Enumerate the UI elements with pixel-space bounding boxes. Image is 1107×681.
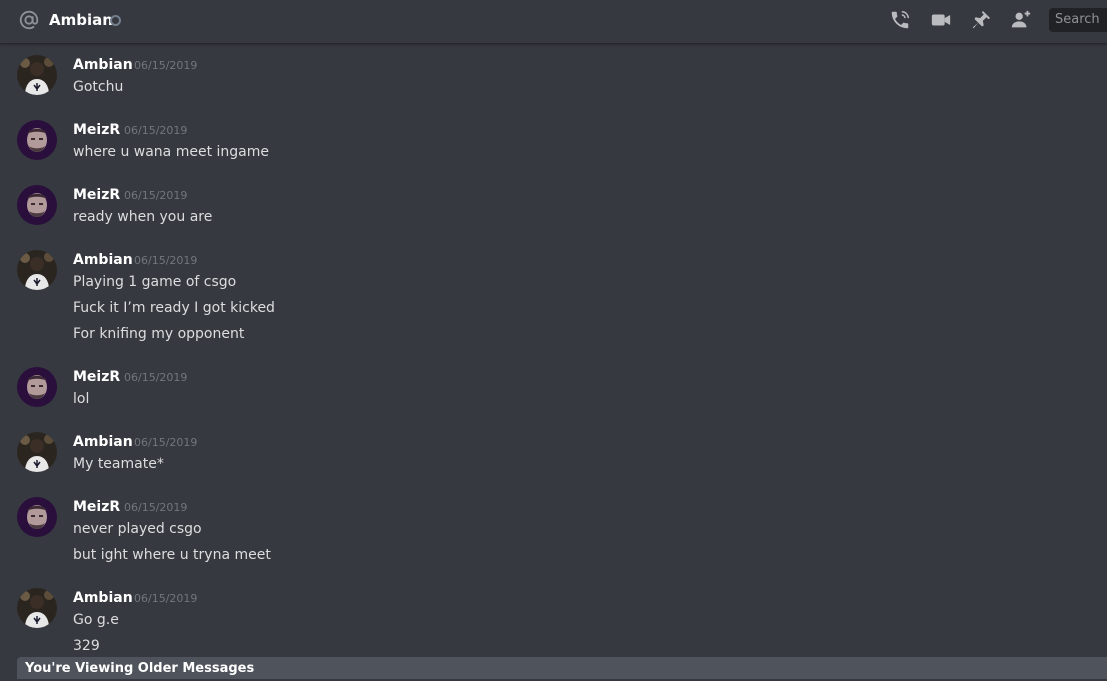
message-timestamp: 06/15/2019 [124, 124, 188, 137]
avatar[interactable] [17, 250, 57, 290]
message-author[interactable]: Ambian [73, 588, 133, 608]
add-friend-icon[interactable] [1010, 9, 1032, 31]
message-group: MeizR 06/15/2019 where u wana meet ingame [0, 120, 1107, 168]
message-group: Ambian 06/15/2019 My teamate* [0, 432, 1107, 480]
message-group: Ambian 06/15/2019 Gotchu [0, 55, 1107, 103]
message-text: never played csgo [73, 521, 202, 537]
older-messages-bar[interactable]: You're Viewing Older Messages [17, 657, 1107, 679]
call-icon[interactable] [889, 9, 911, 31]
video-icon[interactable] [930, 9, 952, 31]
message-timestamp: 06/15/2019 [134, 592, 198, 605]
at-icon [19, 10, 39, 30]
message-timestamp: 06/15/2019 [134, 254, 198, 267]
avatar[interactable] [17, 55, 57, 95]
message-author[interactable]: Ambian [73, 55, 133, 75]
message-timestamp: 06/15/2019 [134, 436, 198, 449]
message-timestamp: 06/15/2019 [124, 189, 188, 202]
message-group: MeizR 06/15/2019 never played csgo but ight… [0, 497, 1107, 571]
message-text: 329 [73, 638, 100, 654]
message-author[interactable]: MeizR [73, 367, 120, 387]
message-timestamp: 06/15/2019 [124, 371, 188, 384]
message-text: lol [73, 391, 90, 407]
search-input[interactable]: Search [1049, 8, 1107, 32]
message-timestamp: 06/15/2019 [124, 501, 188, 514]
message-author[interactable]: MeizR [73, 120, 120, 140]
message-text: where u wana meet ingame [73, 144, 269, 160]
message-author[interactable]: MeizR [73, 185, 120, 205]
message-author[interactable]: Ambian [73, 250, 133, 270]
avatar[interactable] [17, 432, 57, 472]
avatar[interactable] [17, 185, 57, 225]
message-group: MeizR 06/15/2019 ready when you are [0, 185, 1107, 233]
message-text: Gotchu [73, 79, 124, 95]
message-group: MeizR 06/15/2019 lol [0, 367, 1107, 415]
message-text: For knifing my opponent [73, 326, 245, 342]
message-list: Ambian 06/15/2019 Gotchu MeizR 06/15/2019 whe… [0, 45, 1107, 657]
message-timestamp: 06/15/2019 [134, 59, 198, 72]
message-author[interactable]: MeizR [73, 497, 120, 517]
avatar[interactable] [17, 588, 57, 628]
channel-title: Ambian [49, 11, 113, 29]
message-text: Fuck it I’m ready I got kicked [73, 300, 275, 316]
avatar[interactable] [17, 120, 57, 160]
offline-status-icon [110, 15, 121, 26]
avatar[interactable] [17, 367, 57, 407]
pin-icon[interactable] [970, 9, 992, 31]
message-text: Playing 1 game of csgo [73, 274, 237, 290]
message-text: My teamate* [73, 456, 164, 472]
message-group: Ambian 06/15/2019 Go g.e 329 [0, 588, 1107, 657]
message-text: but ight where u tryna meet [73, 547, 271, 563]
avatar[interactable] [17, 497, 57, 537]
message-group: Ambian 06/15/2019 Playing 1 game of csgo Fu… [0, 250, 1107, 350]
message-text: ready when you are [73, 209, 213, 225]
message-text: Go g.e [73, 612, 119, 628]
channel-header: Ambian Search [0, 0, 1107, 44]
message-author[interactable]: Ambian [73, 432, 133, 452]
